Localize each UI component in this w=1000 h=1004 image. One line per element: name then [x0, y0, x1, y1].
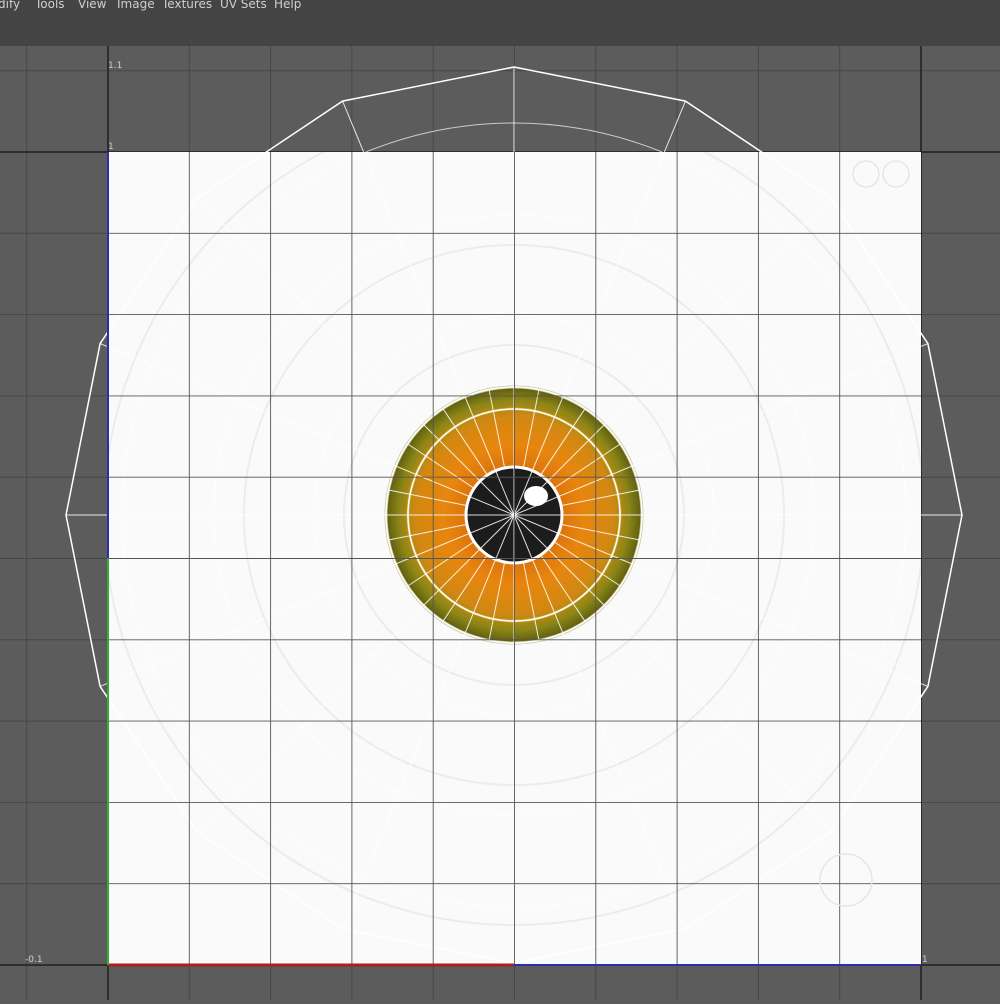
menu-help[interactable]: Help: [274, 0, 301, 12]
axis-label-top: 1.1: [108, 61, 122, 71]
axis-label-bottom-left: -0.1: [25, 955, 43, 965]
eye-highlight: [524, 486, 548, 506]
menu-bar: dify Tools View Image Textures UV Sets H…: [0, 0, 1000, 12]
menu-image[interactable]: Image: [117, 0, 155, 12]
menu-view[interactable]: View: [78, 0, 106, 12]
menu-textures[interactable]: Textures: [162, 0, 212, 12]
axis-label-top-one: 1: [108, 142, 114, 152]
menu-modify[interactable]: dify: [0, 0, 20, 12]
uv-wireframe: [65, 66, 963, 964]
toolbar-area: [0, 12, 1000, 46]
uv-canvas[interactable]: 1.1 1 -0.1 1: [0, 46, 1000, 1000]
axis-label-bottom-right: 1: [922, 955, 928, 965]
uv-viewport[interactable]: 1.1 1 -0.1 1: [0, 46, 1000, 1000]
menu-tools[interactable]: Tools: [35, 0, 65, 12]
menu-uv-sets[interactable]: UV Sets: [220, 0, 267, 12]
